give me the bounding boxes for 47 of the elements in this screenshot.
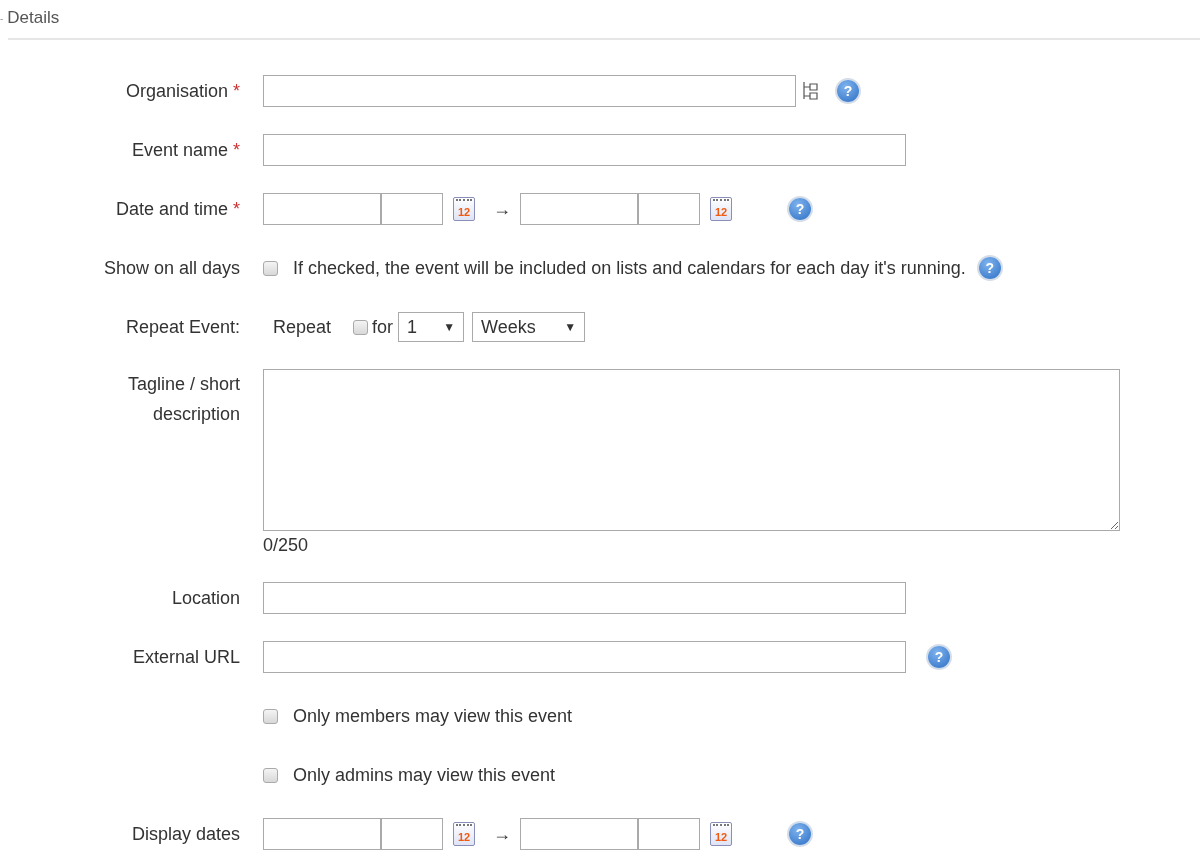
text-field[interactable]	[263, 641, 906, 673]
help-icon[interactable]: ?	[978, 257, 1001, 279]
checkbox[interactable]	[263, 767, 278, 783]
field-label: Event name *	[131, 140, 240, 160]
checkbox-label[interactable]: If checked, the event will be included on lists and calendars for each day it's running.	[293, 257, 966, 279]
checkbox[interactable]	[263, 708, 278, 724]
character-counter: 0/250	[263, 535, 310, 556]
checkbox-label[interactable]: Only members may view this event	[293, 705, 573, 727]
unit-dropdown[interactable]: Weeks ▼	[472, 312, 586, 342]
text-field[interactable]	[263, 582, 906, 614]
date-field[interactable]	[263, 818, 381, 850]
field-label: Repeat Event:	[125, 317, 240, 337]
calendar-icon[interactable]: 12	[453, 197, 475, 221]
date-field[interactable]	[263, 193, 381, 225]
checkbox-label[interactable]: Only admins may view this event	[293, 764, 556, 786]
field-label: External URL	[132, 647, 240, 667]
org-chart-icon[interactable]	[803, 82, 819, 100]
field-label: Display dates	[131, 824, 240, 844]
help-icon[interactable]: ?	[789, 198, 811, 220]
time-field[interactable]	[380, 818, 443, 850]
for-label: for	[372, 316, 394, 338]
checkbox[interactable]	[263, 260, 278, 276]
field-label: Tagline / short description	[127, 374, 240, 424]
field-label: Organisation *	[125, 81, 240, 101]
checkbox[interactable]	[353, 319, 369, 335]
range-arrow: →	[493, 198, 511, 220]
field-label: Date and time *	[115, 199, 240, 219]
date-field[interactable]	[520, 193, 638, 225]
calendar-icon[interactable]: 12	[710, 197, 732, 221]
calendar-icon[interactable]: 12	[710, 822, 732, 846]
help-icon[interactable]: ?	[837, 80, 859, 102]
organisation-field[interactable]	[263, 75, 796, 107]
field-label: Show on all days	[103, 258, 240, 278]
time-field[interactable]	[637, 193, 700, 225]
range-arrow: →	[493, 823, 511, 845]
field-label: Location	[171, 588, 240, 608]
help-icon[interactable]: ?	[789, 823, 811, 845]
time-field[interactable]	[637, 818, 700, 850]
calendar-icon[interactable]: 12	[453, 822, 475, 846]
collapse-marker[interactable]: -	[0, 12, 4, 24]
help-icon[interactable]: ?	[928, 646, 950, 668]
repeat-label: Repeat	[273, 316, 332, 338]
text-field[interactable]	[263, 134, 906, 166]
time-field[interactable]	[380, 193, 443, 225]
section-title: Details	[7, 8, 60, 28]
date-field[interactable]	[520, 818, 638, 850]
count-dropdown[interactable]: 1 ▼	[398, 312, 465, 342]
